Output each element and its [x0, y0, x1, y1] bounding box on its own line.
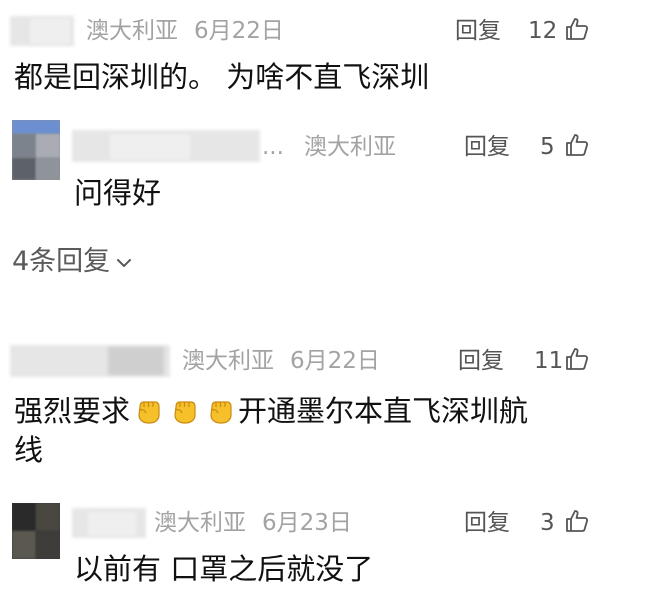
chevron-down-icon — [117, 258, 132, 267]
comment-text: 强烈要求 开通墨尔本直飞深圳航线 — [14, 392, 528, 470]
more-replies-label: 4条回复 — [12, 246, 111, 277]
like-count: 11 — [534, 348, 564, 374]
thumbs-up-icon[interactable] — [564, 132, 590, 158]
username-blurred-part — [30, 18, 70, 44]
username-blurred-part — [110, 134, 190, 160]
raised-fist-emoji — [174, 401, 196, 424]
like-count: 3 — [540, 510, 555, 536]
reply-button[interactable]: 回复 — [458, 350, 504, 373]
thumbs-up-icon[interactable] — [564, 346, 590, 372]
comment-location: 澳大利亚 — [154, 510, 246, 536]
thumbs-up-icon[interactable] — [564, 16, 590, 42]
reply-button[interactable]: 回复 — [455, 20, 501, 43]
raised-fist-emoji — [210, 401, 232, 424]
comment-date: 6月23日 — [262, 510, 352, 536]
avatar — [12, 120, 60, 180]
comment-date: 6月22日 — [290, 348, 380, 374]
comment-date: 6月22日 — [194, 18, 284, 44]
raised-fist-emoji — [138, 401, 160, 424]
reply-button[interactable]: 回复 — [464, 136, 510, 159]
comment-location: 澳大利亚 — [304, 134, 396, 160]
comment-location: 澳大利亚 — [182, 348, 274, 374]
thumbs-up-icon[interactable] — [564, 508, 590, 534]
reply-button[interactable]: 回复 — [464, 512, 510, 535]
reply-text: 以前有 口罩之后就没了 — [74, 552, 374, 586]
comment-location: 澳大利亚 — [86, 18, 178, 44]
reply-text: 问得好 — [74, 176, 162, 210]
comment-text: 都是回深圳的。 为啥不直飞深圳 — [14, 60, 430, 94]
comment-text-start: 强烈要求 — [14, 394, 131, 428]
comment-text-line2: 线 — [14, 433, 44, 468]
username-ellipsis: ... — [262, 134, 284, 160]
more-replies-link[interactable]: 4条回复 — [12, 248, 132, 275]
avatar — [12, 503, 60, 559]
comment-text-end: 开通墨尔本直飞深圳航 — [238, 394, 529, 428]
username-blurred-part — [108, 347, 164, 375]
like-count: 5 — [540, 134, 555, 160]
username-blurred-part — [88, 512, 136, 536]
like-count: 12 — [528, 18, 558, 44]
